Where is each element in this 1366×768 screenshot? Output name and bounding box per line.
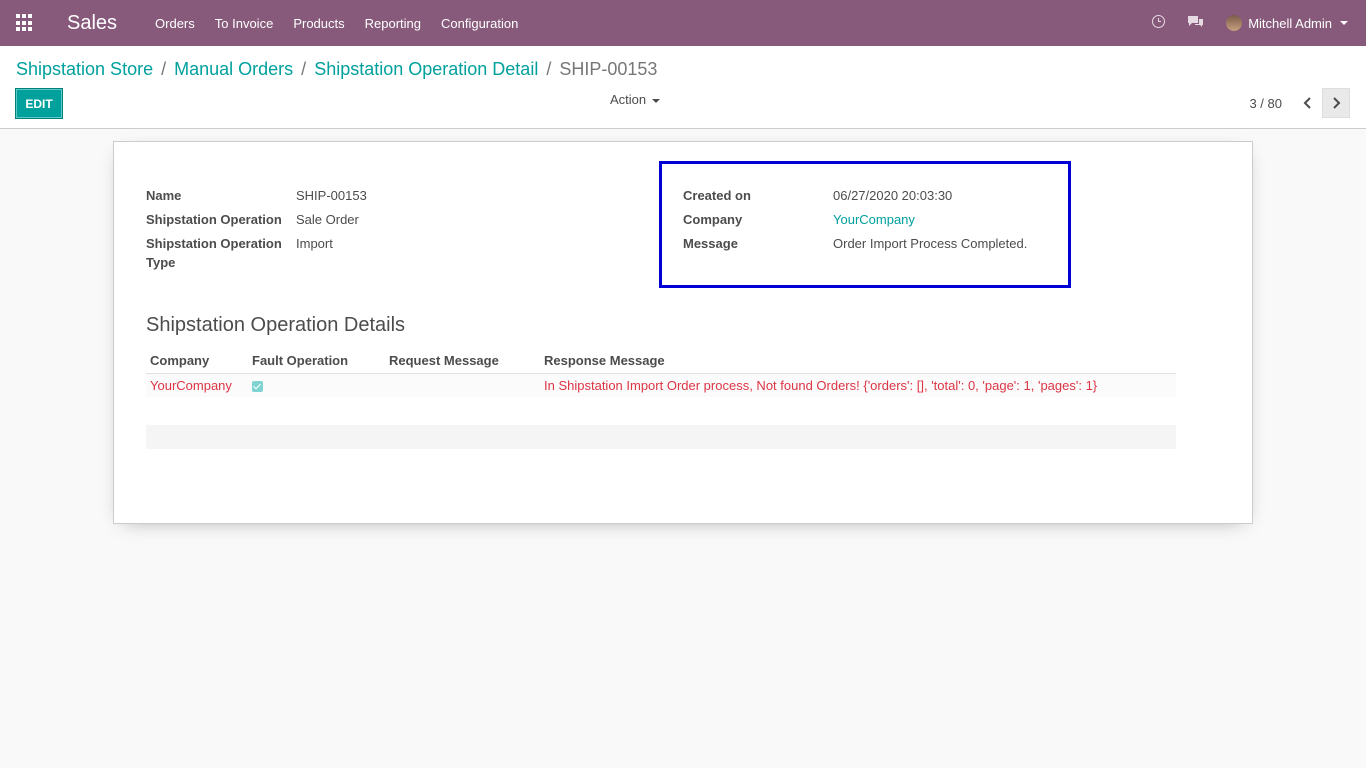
- chevron-left-icon: [1303, 97, 1311, 109]
- chat-icon[interactable]: [1187, 15, 1204, 32]
- menu-products[interactable]: Products: [293, 16, 344, 31]
- action-caret-icon: [652, 98, 661, 103]
- field-shipstation-operation: Shipstation Operation Sale Order: [146, 210, 359, 229]
- breadcrumb: Shipstation Store / Manual Orders / Ship…: [16, 59, 657, 80]
- table-header-row: Company Fault Operation Request Message …: [146, 347, 1176, 374]
- field-label: Created on: [683, 188, 751, 203]
- pager-previous-button[interactable]: [1294, 88, 1322, 118]
- breadcrumb-separator: /: [301, 59, 307, 79]
- app-name: Sales: [67, 11, 118, 34]
- field-created-on: Created on 06/27/2020 20:03:30: [683, 186, 952, 205]
- breadcrumb-separator: /: [546, 59, 552, 79]
- field-value: Order Import Process Completed.: [833, 236, 1028, 251]
- control-panel: Shipstation Store / Manual Orders / Ship…: [0, 46, 1366, 129]
- user-name[interactable]: Mitchell Admin: [1248, 16, 1332, 31]
- company-link[interactable]: YourCompany: [833, 210, 915, 229]
- field-label: Shipstation Operation Type: [146, 236, 282, 270]
- field-value: SHIP-00153: [296, 188, 367, 203]
- menu-reporting[interactable]: Reporting: [365, 16, 421, 31]
- edit-button[interactable]: EDIT: [15, 88, 63, 119]
- breadcrumb-current: SHIP-00153: [559, 59, 658, 79]
- checkbox-checked-icon: [252, 380, 263, 392]
- table-row[interactable]: YourCompany In Shipstation Import Order …: [146, 373, 1176, 397]
- field-message: Message Order Import Process Completed.: [683, 234, 1027, 253]
- form-sheet: Name SHIP-00153 Shipstation Operation Sa…: [113, 141, 1253, 524]
- action-dropdown[interactable]: Action: [610, 92, 661, 107]
- field-value: Import: [296, 236, 333, 251]
- menu-to-invoice[interactable]: To Invoice: [215, 16, 274, 31]
- top-navbar: Sales Orders To Invoice Products Reporti…: [0, 0, 1366, 46]
- activity-clock-icon[interactable]: [1152, 15, 1166, 31]
- menu-orders[interactable]: Orders: [155, 16, 195, 31]
- column-response-message[interactable]: Response Message: [540, 347, 1176, 374]
- field-label: Shipstation Operation: [146, 212, 282, 227]
- action-label: Action: [610, 92, 647, 107]
- column-request-message[interactable]: Request Message: [385, 347, 540, 374]
- breadcrumb-shipstation-store[interactable]: Shipstation Store: [16, 59, 153, 80]
- breadcrumb-operation-detail[interactable]: Shipstation Operation Detail: [314, 59, 538, 80]
- field-shipstation-operation-type: Shipstation Operation Type Import: [146, 234, 333, 272]
- cell-request-message: [385, 373, 540, 397]
- field-value: 06/27/2020 20:03:30: [833, 188, 953, 203]
- field-label: Message: [683, 236, 738, 251]
- field-company: Company YourCompany: [683, 210, 915, 229]
- user-avatar[interactable]: [1226, 15, 1243, 31]
- apps-grid-icon[interactable]: [16, 14, 34, 32]
- breadcrumb-separator: /: [161, 59, 167, 79]
- user-menu-caret-icon[interactable]: [1340, 21, 1348, 25]
- field-value: Sale Order: [296, 212, 359, 227]
- breadcrumb-manual-orders[interactable]: Manual Orders: [174, 59, 293, 80]
- navbar-right: Mitchell Admin: [1152, 0, 1348, 46]
- column-fault-operation[interactable]: Fault Operation: [248, 347, 385, 374]
- pager: 3 / 80: [1249, 88, 1350, 118]
- field-label: Company: [683, 212, 743, 227]
- cell-response-message: In Shipstation Import Order process, Not…: [540, 373, 1176, 397]
- field-label: Name: [146, 188, 182, 203]
- pager-next-button[interactable]: [1322, 88, 1350, 118]
- pager-value[interactable]: 3 / 80: [1249, 96, 1282, 111]
- cell-fault-operation: [248, 373, 385, 397]
- field-name: Name SHIP-00153: [146, 186, 367, 205]
- menu-configuration[interactable]: Configuration: [441, 16, 518, 31]
- details-table: Company Fault Operation Request Message …: [146, 347, 1176, 397]
- column-company[interactable]: Company: [146, 347, 248, 374]
- cell-company: YourCompany: [146, 373, 248, 397]
- empty-table-row: [146, 425, 1176, 449]
- section-title: Shipstation Operation Details: [146, 314, 406, 336]
- chevron-right-icon: [1333, 97, 1341, 109]
